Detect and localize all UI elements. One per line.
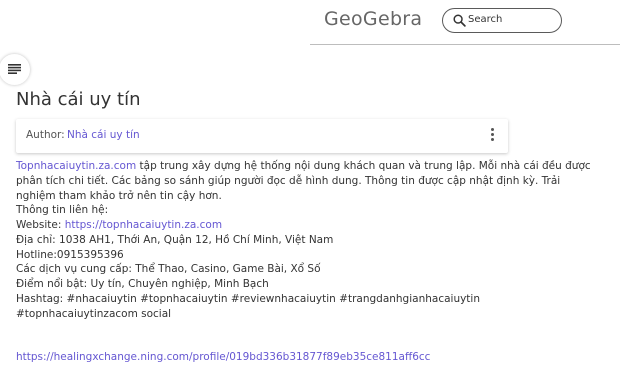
intro-paragraph: Topnhacaiuytin.za.com tập trung xây dựng… bbox=[16, 159, 596, 203]
menu-button[interactable] bbox=[0, 54, 30, 85]
geogebra-logo[interactable]: GeoGebra bbox=[324, 8, 422, 30]
author-label: Author: bbox=[26, 129, 65, 141]
search-input[interactable]: Search bbox=[468, 14, 502, 25]
search-box[interactable]: Search bbox=[442, 8, 562, 33]
search-icon bbox=[453, 14, 466, 27]
page-title: Nhà cái uy tín bbox=[16, 89, 141, 110]
contact-heading: Thông tin liên hệ: bbox=[16, 204, 109, 217]
menu-list-icon bbox=[8, 64, 21, 74]
address-line: Địa chỉ: 1038 AH1, Thới An, Quận 12, Hồ … bbox=[16, 233, 334, 246]
website-line: Website: https://topnhacaiuytin.za.com bbox=[16, 218, 596, 233]
highlights-line: Điểm nổi bật: Uy tín, Chuyên nghiệp, Min… bbox=[16, 278, 269, 290]
services-line: Các dịch vụ cung cấp: Thể Thao, Casino, … bbox=[16, 263, 321, 276]
hotline-line: Hotline:0915395396 bbox=[16, 248, 124, 261]
website-label: Website: bbox=[16, 219, 65, 231]
website-link[interactable]: https://topnhacaiuytin.za.com bbox=[65, 219, 222, 231]
author-card: Author: Nhà cái uy tín bbox=[16, 119, 508, 153]
profile-link[interactable]: https://healingxchange.ning.com/profile/… bbox=[16, 351, 430, 363]
article-body: Topnhacaiuytin.za.com tập trung xây dựng… bbox=[16, 159, 596, 365]
intro-link[interactable]: Topnhacaiuytin.za.com bbox=[16, 160, 136, 172]
hashtags-line: Hashtag: #nhacaiuytin #topnhacaiuytin #r… bbox=[16, 292, 480, 320]
more-options-icon[interactable] bbox=[489, 128, 495, 144]
top-header: GeoGebra Search bbox=[310, 0, 620, 45]
author-link[interactable]: Nhà cái uy tín bbox=[67, 129, 140, 141]
